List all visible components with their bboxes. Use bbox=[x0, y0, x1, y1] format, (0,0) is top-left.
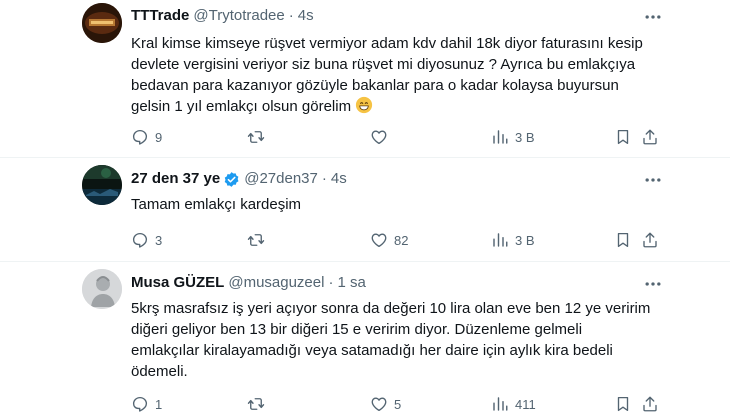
more-icon[interactable] bbox=[643, 7, 663, 27]
like-button[interactable]: 5 bbox=[370, 394, 401, 414]
separator: · bbox=[328, 274, 334, 291]
bookmark-button[interactable] bbox=[614, 127, 632, 147]
timestamp[interactable]: 4s bbox=[298, 6, 314, 26]
like-button[interactable] bbox=[370, 127, 394, 147]
action-bar: 1 5 411 bbox=[131, 394, 663, 414]
separator: · bbox=[321, 170, 327, 187]
like-icon bbox=[370, 231, 388, 249]
tweet-text: Kral kimse kimseye rüşvet vermiyor adam … bbox=[131, 35, 643, 115]
timestamp[interactable]: 4s bbox=[331, 169, 347, 189]
bookmark-button[interactable] bbox=[614, 394, 632, 414]
avatar[interactable] bbox=[82, 269, 122, 309]
views-button[interactable]: 3 B bbox=[491, 230, 535, 250]
bookmark-icon bbox=[614, 395, 632, 413]
views-icon bbox=[491, 231, 509, 249]
like-icon bbox=[370, 128, 388, 146]
tweet-2[interactable]: 27 den 37 ye @27den37 · 4s Tamam emlakçı… bbox=[0, 158, 730, 261]
display-name[interactable]: TTTrade bbox=[131, 6, 189, 26]
tweet-1[interactable]: TTTrade @Trytotradee · 4s Kral kimse kim… bbox=[0, 0, 730, 155]
repost-icon bbox=[247, 395, 265, 413]
user-handle[interactable]: @Trytotradee bbox=[193, 6, 284, 26]
verified-icon bbox=[224, 171, 239, 187]
repost-icon bbox=[247, 128, 265, 146]
share-button[interactable] bbox=[641, 394, 659, 414]
repost-button[interactable] bbox=[247, 230, 271, 250]
share-icon bbox=[641, 395, 659, 413]
views-icon bbox=[491, 395, 509, 413]
share-icon bbox=[641, 231, 659, 249]
user-handle[interactable]: @musaguzeel bbox=[228, 273, 324, 293]
reply-icon bbox=[131, 395, 149, 413]
timestamp[interactable]: 1 sa bbox=[337, 273, 365, 293]
more-icon[interactable] bbox=[643, 170, 663, 190]
reply-button[interactable]: 1 bbox=[131, 394, 162, 414]
action-bar: 9 3 B bbox=[131, 127, 663, 147]
reply-icon bbox=[131, 128, 149, 146]
share-button[interactable] bbox=[641, 127, 659, 147]
repost-icon bbox=[247, 231, 265, 249]
repost-button[interactable] bbox=[247, 127, 271, 147]
avatar[interactable] bbox=[82, 165, 122, 205]
tweet-3[interactable]: Musa GÜZEL @musaguzeel · 1 sa 5krş masra… bbox=[0, 262, 730, 420]
reply-icon bbox=[131, 231, 149, 249]
like-icon bbox=[370, 395, 388, 413]
bookmark-button[interactable] bbox=[614, 230, 632, 250]
share-icon bbox=[641, 128, 659, 146]
grinning-face-emoji bbox=[356, 96, 373, 114]
avatar[interactable] bbox=[82, 3, 122, 43]
views-icon bbox=[491, 128, 509, 146]
like-button[interactable]: 82 bbox=[370, 230, 408, 250]
reply-button[interactable]: 3 bbox=[131, 230, 162, 250]
views-button[interactable]: 411 bbox=[491, 394, 536, 414]
display-name[interactable]: Musa GÜZEL bbox=[131, 273, 224, 293]
display-name[interactable]: 27 den 37 ye bbox=[131, 169, 220, 189]
bookmark-icon bbox=[614, 231, 632, 249]
more-icon[interactable] bbox=[643, 274, 663, 294]
separator: · bbox=[288, 7, 294, 24]
reply-button[interactable]: 9 bbox=[131, 127, 162, 147]
tweet-text: Tamam emlakçı kardeşim bbox=[131, 196, 302, 213]
bookmark-icon bbox=[614, 128, 632, 146]
views-button[interactable]: 3 B bbox=[491, 127, 535, 147]
user-handle[interactable]: @27den37 bbox=[244, 169, 318, 189]
share-button[interactable] bbox=[641, 230, 659, 250]
action-bar: 3 82 3 B bbox=[131, 230, 663, 250]
tweet-text: 5krş masrafsız iş yeri açıyor sonra da d… bbox=[131, 300, 651, 380]
repost-button[interactable] bbox=[247, 394, 271, 414]
